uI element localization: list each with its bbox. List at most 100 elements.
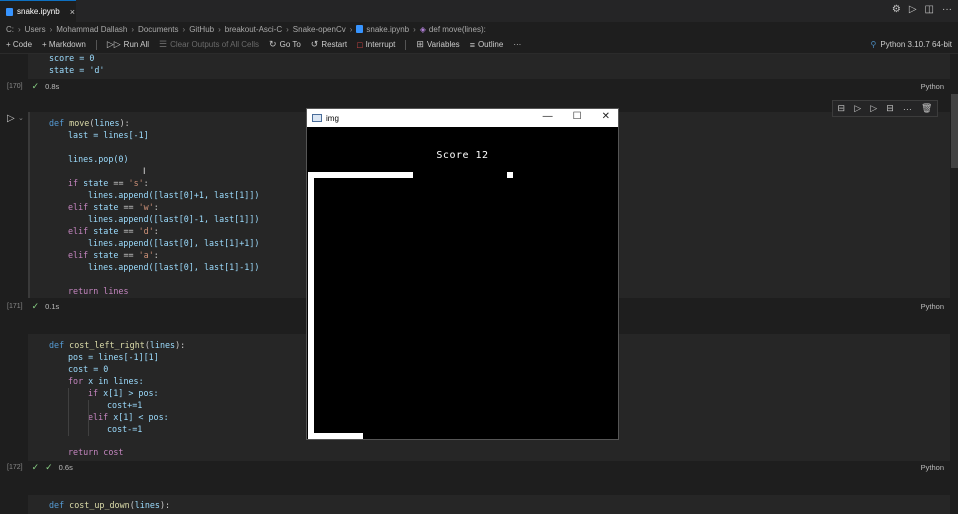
- breadcrumb-item[interactable]: def move(lines):: [429, 25, 486, 34]
- code-line: elif x[1] < pos:: [88, 412, 169, 422]
- code-line: if state == 's':: [68, 178, 149, 188]
- chevron-right-icon: ›: [131, 24, 135, 34]
- window-icon: [312, 114, 322, 122]
- cell-language[interactable]: Python: [921, 302, 944, 311]
- img-window[interactable]: img — ☐ ✕ Score 12: [306, 108, 619, 440]
- variables-icon: ⊞: [416, 39, 424, 49]
- code-line: elif state == 'a':: [68, 250, 159, 260]
- delete-icon[interactable]: 🗑: [921, 103, 932, 114]
- add-markdown-button[interactable]: + Markdown: [42, 40, 86, 49]
- code-line: lines.append([last[0]-1, last[1]]): [88, 214, 260, 224]
- code-cell-170[interactable]: [28, 54, 950, 79]
- toolbar-divider: [405, 39, 407, 50]
- code-line: elif state == 'w':: [68, 202, 159, 212]
- run-by-line-icon[interactable]: ⊟: [838, 103, 846, 114]
- notebook-toolbar: + Code + Markdown ▷▷ Run All ☰ Clear Outpu…: [0, 36, 958, 54]
- breadcrumb-item[interactable]: Documents: [138, 25, 178, 34]
- notebook-icon: [356, 25, 364, 33]
- execute-above-icon[interactable]: ▷: [854, 103, 861, 114]
- more-icon[interactable]: ···: [903, 104, 912, 114]
- exec-time: 0.1s: [45, 302, 60, 311]
- check-icon: ✓: [31, 301, 40, 311]
- code-line: def cost_left_right(lines):: [49, 340, 186, 350]
- breadcrumb: C: › Users › Mohammad Dallash › Documents › …: [0, 22, 958, 36]
- stop-icon: □: [357, 39, 363, 50]
- outline-icon: ≡: [469, 39, 475, 50]
- restart-button[interactable]: ↺ Restart: [311, 39, 347, 50]
- split-cell-icon[interactable]: ⊟: [886, 103, 894, 114]
- game-score: Score 12: [436, 150, 489, 161]
- code-line: score = 0: [49, 53, 95, 63]
- exec-time: 0.8s: [45, 82, 60, 91]
- close-icon[interactable]: ×: [70, 7, 75, 17]
- breadcrumb-item[interactable]: Users: [25, 25, 46, 34]
- clear-all-icon: ☰: [159, 39, 168, 49]
- run-icon[interactable]: ▷: [909, 4, 917, 15]
- breadcrumb-item[interactable]: Snake-openCv: [293, 25, 346, 34]
- add-code-button[interactable]: + Code: [6, 40, 32, 49]
- snake-segment: [308, 433, 363, 439]
- clear-outputs-label: Clear Outputs of All Cells: [170, 40, 260, 49]
- run-cell-icon[interactable]: ▷: [7, 113, 15, 124]
- notebook-icon: [6, 7, 13, 16]
- code-line: state = 'd': [49, 65, 105, 75]
- run-all-icon: ▷▷: [106, 39, 121, 49]
- kernel-label: Python 3.10.7 64-bit: [880, 40, 952, 49]
- more-actions-icon[interactable]: ···: [942, 4, 952, 15]
- goto-label: Go To: [279, 40, 301, 49]
- breadcrumb-item[interactable]: C:: [6, 25, 14, 34]
- outline-button[interactable]: ≡ Outline: [470, 40, 504, 50]
- more-toolbar-button[interactable]: ···: [513, 40, 521, 49]
- check-icon: ✓: [45, 462, 53, 472]
- cell-focus-border: [28, 112, 30, 298]
- chevron-down-icon[interactable]: ⌄: [18, 114, 24, 122]
- code-line: def cost_up_down(lines):: [49, 500, 171, 510]
- chevron-right-icon: ›: [218, 24, 221, 34]
- breadcrumb-item[interactable]: snake.ipynb: [366, 25, 409, 34]
- clear-outputs-button[interactable]: ☰ Clear Outputs of All Cells: [159, 39, 259, 50]
- scrollbar-thumb[interactable]: [951, 94, 958, 168]
- interrupt-button[interactable]: □ Interrupt: [357, 40, 395, 50]
- code-line: lines.append([last[0]+1, last[1]]): [88, 190, 260, 200]
- kernel-picker[interactable]: ⚲ Python 3.10.7 64-bit: [871, 40, 952, 49]
- close-icon[interactable]: ✕: [602, 111, 610, 122]
- variables-button[interactable]: ⊞ Variables: [416, 39, 459, 50]
- cell-toolbar: ⊟ ▷ ▷ ⊟ ··· 🗑: [832, 100, 938, 117]
- window-controls: — ☐ ✕: [543, 111, 610, 122]
- goto-button[interactable]: ↻ Go To: [269, 39, 301, 50]
- food-pellet: [507, 172, 513, 178]
- code-line: def move(lines):: [49, 118, 130, 128]
- minimize-icon[interactable]: —: [543, 111, 553, 122]
- restart-label: Restart: [321, 40, 348, 49]
- indent-guide: [88, 400, 89, 436]
- execution-count: [170]: [7, 83, 23, 90]
- check-icon: ✓: [31, 81, 40, 91]
- code-line: lines.append([last[0], last[1]-1]): [88, 262, 260, 272]
- execution-count: [171]: [7, 303, 23, 310]
- execute-below-icon[interactable]: ▷: [870, 103, 877, 114]
- code-line: lines.append([last[0], last[1]+1]): [88, 238, 260, 248]
- code-line: cost-=1: [107, 424, 143, 434]
- execution-count: [172]: [7, 464, 23, 471]
- gear-icon[interactable]: ⚙: [892, 4, 901, 15]
- breadcrumb-item[interactable]: GitHub: [189, 25, 214, 34]
- run-all-button[interactable]: ▷▷ Run All: [107, 39, 149, 50]
- code-line: cost+=1: [107, 400, 143, 410]
- cell-language[interactable]: Python: [921, 82, 944, 91]
- variables-label: Variables: [426, 40, 460, 49]
- editor-tab-bar: [0, 0, 958, 22]
- chevron-right-icon: ›: [18, 24, 21, 34]
- cell-language[interactable]: Python: [921, 463, 944, 472]
- editor-actions: ⚙ ▷ ◫ ···: [892, 4, 952, 15]
- maximize-icon[interactable]: ☐: [573, 111, 582, 122]
- outline-label: Outline: [477, 40, 504, 49]
- code-line: elif state == 'd':: [68, 226, 159, 236]
- split-editor-icon[interactable]: ◫: [925, 4, 934, 15]
- window-titlebar[interactable]: img — ☐ ✕: [307, 109, 618, 127]
- tab-label: snake.ipynb: [17, 7, 60, 16]
- chevron-right-icon: ›: [49, 24, 53, 34]
- breadcrumb-item[interactable]: breakout-Asci-C: [225, 25, 282, 34]
- tab-snake-ipynb[interactable]: snake.ipynb ×: [0, 0, 76, 22]
- breadcrumb-item[interactable]: Mohammad Dallash: [56, 25, 127, 34]
- run-all-label: Run All: [123, 40, 150, 49]
